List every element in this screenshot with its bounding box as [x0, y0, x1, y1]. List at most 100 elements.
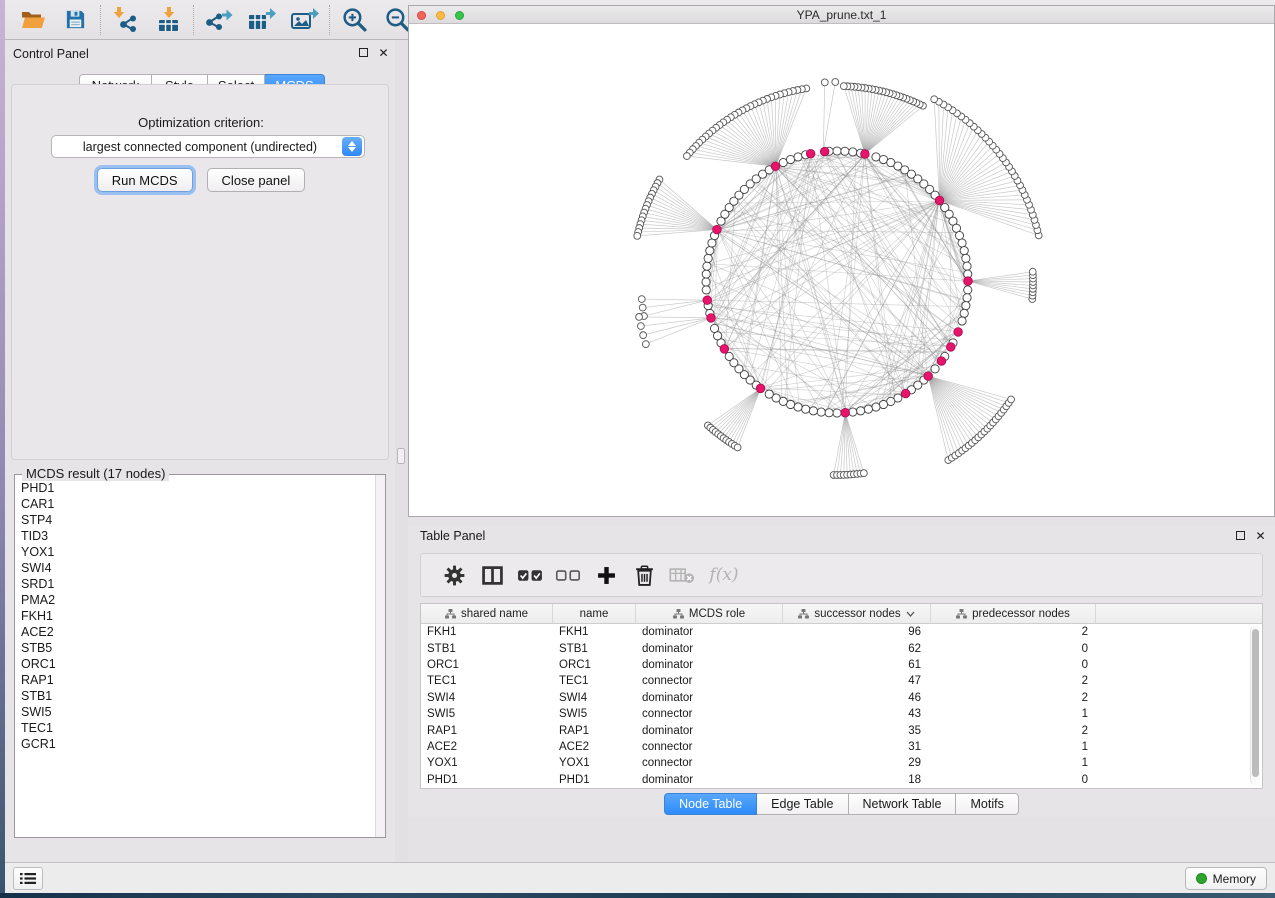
table-row[interactable]: ACE2ACE2connector311: [421, 739, 1262, 755]
leaf-node[interactable]: [860, 470, 867, 477]
column-visibility-icon[interactable]: [473, 553, 511, 597]
export-network-icon[interactable]: [197, 0, 240, 40]
ring-node[interactable]: [702, 270, 710, 278]
table-scrollbar[interactable]: [1250, 626, 1260, 785]
mcds-result-item[interactable]: YOX1: [17, 544, 373, 560]
table-row[interactable]: SWI5SWI5connector431: [421, 706, 1262, 722]
mcds-result-item[interactable]: TID3: [17, 528, 373, 544]
ring-node[interactable]: [872, 403, 880, 411]
ring-node[interactable]: [963, 294, 971, 302]
ring-node[interactable]: [833, 409, 841, 417]
dominator-node[interactable]: [935, 196, 944, 205]
tab-motifs[interactable]: Motifs: [956, 793, 1018, 815]
leaf-node[interactable]: [1029, 268, 1036, 275]
leaf-node[interactable]: [821, 79, 828, 86]
dominator-node[interactable]: [901, 389, 910, 398]
divider-grip[interactable]: [397, 448, 405, 464]
tab-node-table[interactable]: Node Table: [664, 793, 757, 815]
mcds-result-item[interactable]: FKH1: [17, 608, 373, 624]
leaf-node[interactable]: [734, 444, 741, 451]
dominator-node[interactable]: [820, 147, 829, 156]
mcds-result-item[interactable]: TEC1: [17, 720, 373, 736]
column-header[interactable]: MCDS role: [636, 604, 783, 623]
delete-columns-icon[interactable]: [625, 553, 663, 597]
tab-network-table[interactable]: Network Table: [849, 793, 957, 815]
ring-node[interactable]: [708, 239, 716, 247]
leaf-node[interactable]: [931, 96, 938, 103]
tab-edge-table[interactable]: Edge Table: [757, 793, 848, 815]
ring-node[interactable]: [963, 262, 971, 270]
float-window-icon[interactable]: [357, 46, 370, 59]
float-window-icon[interactable]: [1234, 529, 1247, 542]
leaf-node[interactable]: [636, 314, 643, 321]
ring-node[interactable]: [960, 247, 968, 255]
dominator-node[interactable]: [861, 150, 870, 159]
leaf-node[interactable]: [832, 79, 839, 86]
network-titlebar[interactable]: YPA_prune.txt_1: [409, 6, 1274, 24]
ring-node[interactable]: [794, 153, 802, 161]
memory-button[interactable]: Memory: [1185, 867, 1267, 890]
mcds-result-item[interactable]: STB1: [17, 688, 373, 704]
dominator-node[interactable]: [707, 314, 716, 323]
dominator-node[interactable]: [841, 408, 850, 417]
table-scrollbar-thumb[interactable]: [1252, 629, 1259, 777]
mcds-result-item[interactable]: ACE2: [17, 624, 373, 640]
mcds-result-item[interactable]: ORC1: [17, 656, 373, 672]
column-header[interactable]: successor nodes: [783, 604, 931, 623]
ring-node[interactable]: [962, 302, 970, 310]
column-header[interactable]: name: [553, 604, 636, 623]
table-row[interactable]: PHD1PHD1dominator180: [421, 772, 1262, 788]
import-table-from-file-icon[interactable]: [147, 0, 190, 40]
mcds-result-item[interactable]: SRD1: [17, 576, 373, 592]
leaf-node[interactable]: [640, 332, 647, 339]
table-row[interactable]: TEC1TEC1connector472: [421, 673, 1262, 689]
column-header[interactable]: shared name: [421, 604, 553, 623]
ring-node[interactable]: [960, 309, 968, 317]
ring-node[interactable]: [833, 147, 841, 155]
mcds-result-item[interactable]: PMA2: [17, 592, 373, 608]
mcds-result-item[interactable]: GCR1: [17, 736, 373, 752]
table-row[interactable]: YOX1YOX1connector291: [421, 755, 1262, 771]
close-panel-icon[interactable]: ✕: [377, 46, 390, 59]
mcds-result-item[interactable]: SWI5: [17, 704, 373, 720]
mcds-result-item[interactable]: STP4: [17, 512, 373, 528]
dominator-node[interactable]: [946, 343, 955, 352]
ring-node[interactable]: [958, 317, 966, 325]
mcds-result-scrollbar[interactable]: [375, 475, 385, 837]
table-settings-icon[interactable]: [435, 553, 473, 597]
dominator-node[interactable]: [806, 149, 815, 158]
save-session-icon[interactable]: [54, 0, 97, 40]
ring-node[interactable]: [857, 407, 865, 415]
ring-node[interactable]: [765, 390, 773, 398]
column-header[interactable]: predecessor nodes: [931, 604, 1096, 623]
network-canvas-svg[interactable]: [409, 24, 1274, 516]
dominator-node[interactable]: [756, 384, 765, 393]
dominator-node[interactable]: [954, 328, 963, 337]
mcds-result-item[interactable]: CAR1: [17, 496, 373, 512]
ring-node[interactable]: [786, 155, 794, 163]
leaf-node[interactable]: [840, 83, 847, 90]
dominator-node[interactable]: [713, 225, 722, 234]
ring-node[interactable]: [931, 365, 939, 373]
ring-node[interactable]: [849, 148, 857, 156]
deselect-all-rows-icon[interactable]: [549, 553, 587, 597]
dominator-node[interactable]: [964, 277, 973, 286]
ring-node[interactable]: [825, 409, 833, 417]
mcds-result-item[interactable]: SWI4: [17, 560, 373, 576]
ring-node[interactable]: [817, 408, 825, 416]
optimization-criterion-select[interactable]: largest connected component (undirected): [51, 135, 365, 158]
leaf-node[interactable]: [1008, 396, 1015, 403]
table-row[interactable]: FKH1FKH1dominator962: [421, 624, 1262, 640]
mcds-result-item[interactable]: RAP1: [17, 672, 373, 688]
mcds-result-item[interactable]: PHD1: [17, 480, 373, 496]
export-image-icon[interactable]: [283, 0, 326, 40]
table-row[interactable]: ORC1ORC1dominator610: [421, 657, 1262, 673]
table-row[interactable]: RAP1RAP1dominator352: [421, 722, 1262, 738]
network-canvas[interactable]: [409, 24, 1274, 516]
export-table-icon[interactable]: [240, 0, 283, 40]
ring-node[interactable]: [703, 262, 711, 270]
open-file-icon[interactable]: [11, 0, 54, 40]
ring-node[interactable]: [809, 407, 817, 415]
ring-node[interactable]: [725, 352, 733, 360]
close-panel-button[interactable]: Close panel: [207, 168, 306, 192]
